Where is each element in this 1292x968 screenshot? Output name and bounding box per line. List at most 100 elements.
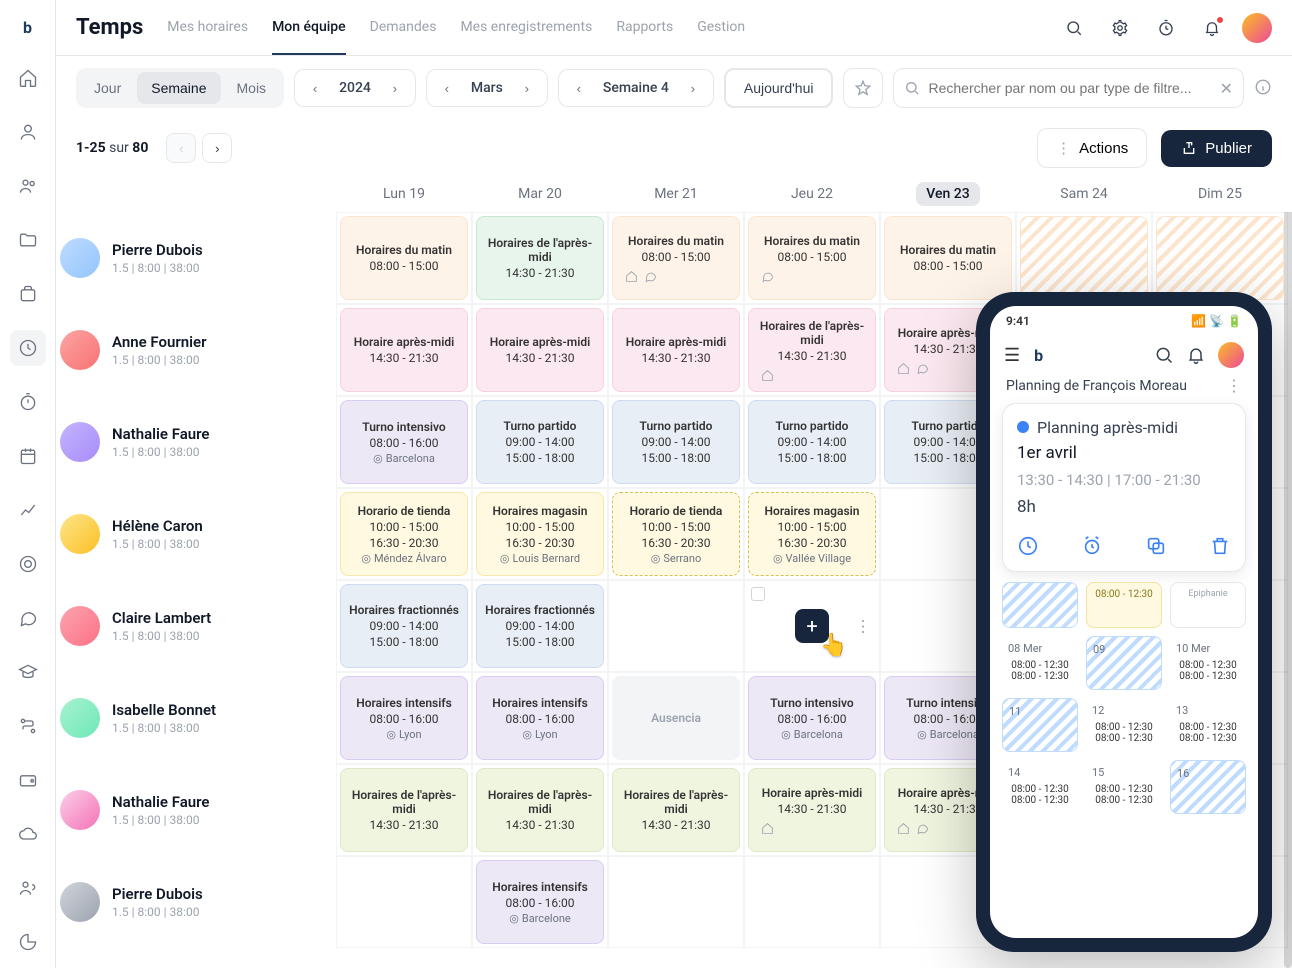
phone-avatar[interactable] xyxy=(1218,342,1244,368)
tab-management[interactable]: Gestion xyxy=(697,1,745,55)
tab-my-team[interactable]: Mon équipe xyxy=(272,1,346,55)
shift-card[interactable]: Horaires de l'après-midi14:30 - 21:30 xyxy=(612,768,740,852)
today-button[interactable]: Aujourd'hui xyxy=(724,68,834,108)
bell-icon[interactable] xyxy=(1196,12,1228,44)
shift-card[interactable]: Horaires de l'après-midi14:30 - 21:30 xyxy=(748,308,876,392)
shift-off[interactable] xyxy=(1156,216,1284,300)
tab-requests[interactable]: Demandes xyxy=(370,1,437,55)
phone-shift-card[interactable]: Planning après-midi 1er avril 13:30 - 14… xyxy=(1002,403,1246,572)
shift-card[interactable]: Turno partido09:00 - 14:0015:00 - 18:00 xyxy=(748,400,876,484)
mini-cell[interactable]: Epiphanie xyxy=(1170,582,1246,628)
shift-off[interactable] xyxy=(1020,216,1148,300)
shift-card[interactable]: Horaires de l'après-midi14:30 - 21:30 xyxy=(476,216,604,300)
rail-users2-icon[interactable] xyxy=(10,870,46,906)
tab-my-schedule[interactable]: Mes horaires xyxy=(167,1,248,55)
rail-home-icon[interactable] xyxy=(10,60,46,96)
shift-card[interactable]: Horaires magasin10:00 - 15:0016:30 - 20:… xyxy=(748,492,876,576)
shift-card[interactable]: Horaires intensifs08:00 - 16:00◎ Barcelo… xyxy=(476,860,604,944)
rail-box-icon[interactable] xyxy=(10,276,46,312)
rail-stopwatch-icon[interactable] xyxy=(10,384,46,420)
person-row[interactable]: Hélène Caron1.5 | 8:00 | 38:00 xyxy=(56,488,336,580)
rail-chat-icon[interactable] xyxy=(10,600,46,636)
info-icon[interactable] xyxy=(1254,78,1272,99)
rail-users-icon[interactable] xyxy=(10,168,46,204)
mini-cell[interactable]: 1308:00 - 12:3008:00 - 12:30 xyxy=(1170,698,1246,752)
shift-card[interactable]: Horaires fractionnés09:00 - 14:0015:00 -… xyxy=(340,584,468,668)
person-row[interactable]: Pierre Dubois1.5 | 8:00 | 38:00 xyxy=(56,212,336,304)
cell-checkbox[interactable] xyxy=(751,587,765,601)
cell-menu-icon[interactable]: ⋮ xyxy=(855,617,871,636)
person-row[interactable]: Nathalie Faure1.5 | 8:00 | 38:00 xyxy=(56,396,336,488)
rail-folder-icon[interactable] xyxy=(10,222,46,258)
rail-wallet-icon[interactable] xyxy=(10,762,46,798)
year-next-button[interactable]: › xyxy=(383,76,407,100)
shift-card[interactable]: Horaires fractionnés09:00 - 14:0015:00 -… xyxy=(476,584,604,668)
rail-cloud-icon[interactable] xyxy=(10,816,46,852)
mini-cell[interactable]: 08 Mer08:00 - 12:3008:00 - 12:30 xyxy=(1002,636,1078,690)
rail-route-icon[interactable] xyxy=(10,708,46,744)
shift-card[interactable]: Horaire après-midi14:30 - 21:30 xyxy=(340,308,468,392)
alarm-icon[interactable] xyxy=(1081,535,1103,557)
rail-clock-icon[interactable] xyxy=(10,330,46,366)
publish-button[interactable]: Publier xyxy=(1161,130,1272,167)
shift-card[interactable]: Horaires du matin08:00 - 15:00 xyxy=(612,216,740,300)
scrollbar[interactable] xyxy=(1284,176,1292,968)
shift-card[interactable]: Horaires de l'après-midi14:30 - 21:30 xyxy=(476,768,604,852)
rail-target-icon[interactable] xyxy=(10,546,46,582)
mini-cell[interactable]: 10 Mer08:00 - 12:3008:00 - 12:30 xyxy=(1170,636,1246,690)
search-input[interactable]: ✕ xyxy=(893,68,1244,108)
tab-reports[interactable]: Rapports xyxy=(616,1,673,55)
menu-icon[interactable]: ☰ xyxy=(1004,345,1020,366)
clear-icon[interactable]: ✕ xyxy=(1220,79,1233,98)
shift-card[interactable]: Horaire après-midi14:30 - 21:30 xyxy=(612,308,740,392)
shift-card[interactable]: Turno partido09:00 - 14:0015:00 - 18:00 xyxy=(476,400,604,484)
person-row[interactable]: Anne Fournier1.5 | 8:00 | 38:00 xyxy=(56,304,336,396)
timer-icon[interactable] xyxy=(1150,12,1182,44)
mini-cell[interactable]: 1208:00 - 12:3008:00 - 12:30 xyxy=(1086,698,1162,752)
gear-icon[interactable] xyxy=(1104,12,1136,44)
trash-icon[interactable] xyxy=(1209,535,1231,557)
actions-button[interactable]: ⋮Actions xyxy=(1037,128,1147,168)
rail-user-icon[interactable] xyxy=(10,114,46,150)
page-prev-button[interactable]: ‹ xyxy=(166,133,196,163)
phone-more-icon[interactable]: ⋮ xyxy=(1226,376,1242,395)
shift-card[interactable]: Turno intensivo08:00 - 16:00◎ Barcelona xyxy=(340,400,468,484)
shift-card[interactable]: Horaires intensifs08:00 - 16:00◎ Lyon xyxy=(476,676,604,760)
shift-card[interactable]: Horaire après-midi14:30 - 21:30 xyxy=(748,768,876,852)
rail-school-icon[interactable] xyxy=(10,654,46,690)
shift-card[interactable]: Horaires intensifs08:00 - 16:00◎ Lyon xyxy=(340,676,468,760)
phone-search-icon[interactable] xyxy=(1154,345,1174,365)
empty-cell[interactable]: + ⋮ 👆 xyxy=(744,580,880,672)
view-month[interactable]: Mois xyxy=(223,72,281,104)
absence-card[interactable]: Ausencia xyxy=(612,676,740,760)
shift-card[interactable]: Horaires de l'après-midi14:30 - 21:30 xyxy=(340,768,468,852)
shift-card[interactable]: Horario de tienda10:00 - 15:0016:30 - 20… xyxy=(340,492,468,576)
view-week[interactable]: Semaine xyxy=(137,72,220,104)
shift-card[interactable]: Horario de tienda10:00 - 15:0016:30 - 20… xyxy=(612,492,740,576)
week-next-button[interactable]: › xyxy=(681,76,705,100)
shift-card[interactable]: Horaires magasin10:00 - 15:0016:30 - 20:… xyxy=(476,492,604,576)
user-avatar[interactable] xyxy=(1242,13,1272,43)
page-next-button[interactable]: › xyxy=(202,133,232,163)
mini-cell[interactable]: 1408:00 - 12:3008:00 - 12:30 xyxy=(1002,760,1078,814)
tab-records[interactable]: Mes enregistrements xyxy=(460,1,592,55)
favorite-button[interactable] xyxy=(843,68,883,108)
shift-card[interactable]: Horaires du matin08:00 - 15:00 xyxy=(340,216,468,300)
phone-bell-icon[interactable] xyxy=(1186,345,1206,365)
rail-pie-icon[interactable] xyxy=(10,924,46,960)
person-row[interactable]: Nathalie Faure1.5 | 8:00 | 38:00 xyxy=(56,764,336,856)
shift-card[interactable]: Turno intensivo08:00 - 16:00◎ Barcelona xyxy=(748,676,876,760)
month-next-button[interactable]: › xyxy=(515,76,539,100)
search-field[interactable] xyxy=(928,80,1211,96)
clock-icon[interactable] xyxy=(1017,535,1039,557)
add-shift-button[interactable]: + xyxy=(795,609,829,643)
person-row[interactable]: Isabelle Bonnet1.5 | 8:00 | 38:00 xyxy=(56,672,336,764)
rail-chart-icon[interactable] xyxy=(10,492,46,528)
copy-icon[interactable] xyxy=(1145,535,1167,557)
shift-card[interactable]: Horaires du matin08:00 - 15:00 xyxy=(884,216,1012,300)
week-prev-button[interactable]: ‹ xyxy=(567,76,591,100)
mini-cell[interactable]: 09 xyxy=(1086,636,1162,690)
month-prev-button[interactable]: ‹ xyxy=(435,76,459,100)
shift-card[interactable]: Horaire après-midi14:30 - 21:30 xyxy=(476,308,604,392)
shift-card[interactable]: Horaires du matin08:00 - 15:00 xyxy=(748,216,876,300)
